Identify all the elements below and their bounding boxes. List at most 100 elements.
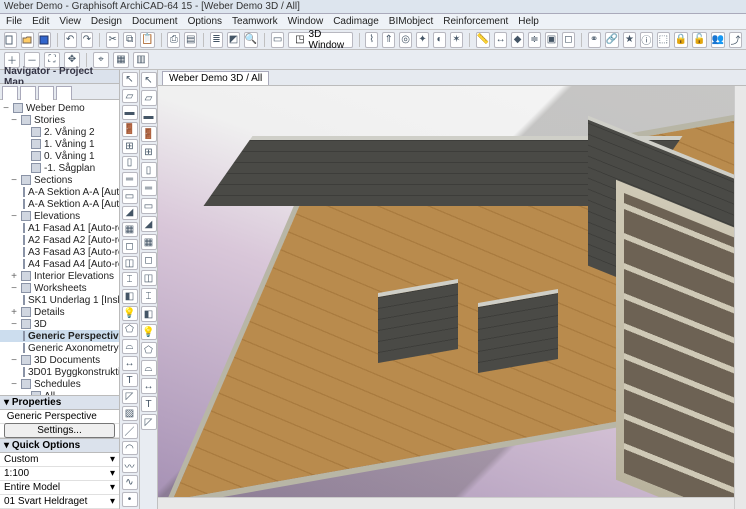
tab-view-map[interactable] (20, 86, 36, 100)
orbit-icon[interactable]: ◎ (399, 32, 412, 48)
menu-options[interactable]: Options (188, 16, 222, 27)
undo-icon[interactable]: ↶ (64, 32, 77, 48)
tree-worksheet[interactable]: SK1 Underlag 1 [Inskanning] (0, 294, 119, 306)
marker-icon[interactable]: ◆ (511, 32, 524, 48)
link-icon[interactable]: ⚭ (588, 32, 601, 48)
layer-icon[interactable]: ≣ (210, 32, 223, 48)
element-info-icon[interactable]: ⓘ (640, 32, 653, 48)
tree-elevation[interactable]: A2 Fasad A2 [Auto-rebuild M] (0, 234, 119, 246)
curtain-icon[interactable]: ◫ (141, 270, 157, 286)
collapse-icon[interactable]: ▾ (4, 440, 9, 451)
explore-icon[interactable]: ✦ (416, 32, 429, 48)
shadow-icon[interactable]: ◐ (433, 32, 446, 48)
menu-window[interactable]: Window (288, 16, 324, 27)
tree-story[interactable]: 0. Våning 1 (0, 150, 119, 162)
menu-help[interactable]: Help (518, 16, 539, 27)
attach-icon[interactable]: 🔗 (605, 32, 619, 48)
tree-elevation[interactable]: A3 Fasad A3 [Auto-rebuild M] (0, 246, 119, 258)
tree-details[interactable]: +Details (0, 306, 119, 318)
elevation-icon[interactable]: ⇑ (382, 32, 395, 48)
shell-icon[interactable]: ⌓ (141, 360, 157, 376)
arc-icon[interactable]: ◠ (122, 441, 138, 456)
scrollbar-vertical[interactable] (734, 86, 746, 509)
object-icon[interactable]: ◧ (122, 289, 138, 304)
tree-worksheets[interactable]: −Worksheets (0, 282, 119, 294)
tree-stories[interactable]: −Stories (0, 114, 119, 126)
trace-icon[interactable]: ◩ (227, 32, 240, 48)
tab-layout-book[interactable] (38, 86, 54, 100)
redo-icon[interactable]: ↷ (81, 32, 94, 48)
render-icon[interactable]: ✶ (450, 32, 463, 48)
tree-3d-doc[interactable]: 3D01 Byggkonstruktion [Auto+M] (0, 366, 119, 378)
menu-reinforcement[interactable]: Reinforcement (443, 16, 508, 27)
morph-icon[interactable]: ⬠ (141, 342, 157, 358)
measure-icon[interactable]: 📏 (476, 32, 490, 48)
column-icon[interactable]: ▯ (122, 156, 138, 171)
hotspot-icon[interactable]: • (122, 492, 138, 507)
text-icon[interactable]: T (141, 396, 157, 412)
cut-icon[interactable]: ✂ (106, 32, 119, 48)
menu-file[interactable]: File (6, 16, 22, 27)
arrow-icon[interactable]: ↖ (122, 72, 138, 87)
tree-elevation[interactable]: A4 Fasad A4 [Auto-rebuild M] (0, 258, 119, 270)
tab-project-map[interactable] (2, 86, 18, 100)
tree-story[interactable]: 1. Våning 1 (0, 138, 119, 150)
text-icon[interactable]: T (122, 373, 138, 388)
beam-icon[interactable]: ═ (141, 180, 157, 196)
spline-icon[interactable]: ∿ (122, 475, 138, 490)
mesh-icon[interactable]: ▦ (141, 234, 157, 250)
tree-root[interactable]: −Weber Demo (0, 102, 119, 114)
door-icon[interactable]: 🚪 (141, 126, 157, 142)
copy-icon[interactable]: ⧉ (123, 32, 136, 48)
tree-generic-axonometry[interactable]: Generic Axonometry (0, 342, 119, 354)
menu-teamwork[interactable]: Teamwork (232, 16, 278, 27)
menu-design[interactable]: Design (91, 16, 122, 27)
menu-view[interactable]: View (59, 16, 81, 27)
tree-elevation[interactable]: A1 Fasad A1 [Auto-rebuild M] (0, 222, 119, 234)
3d-window-button[interactable]: ◳ 3D Window (288, 32, 352, 48)
tree-3d-documents[interactable]: −3D Documents (0, 354, 119, 366)
grid-icon[interactable]: ▦ (113, 52, 129, 68)
stair-icon[interactable]: ⌶ (122, 272, 138, 287)
collapse-icon[interactable]: ▾ (4, 397, 9, 408)
tree-story[interactable]: -1. Sågplan (0, 162, 119, 174)
object-icon[interactable]: ◧ (141, 306, 157, 322)
viewport-tab[interactable]: Weber Demo 3D / All (162, 71, 269, 85)
ifc-icon[interactable]: ⬚ (657, 32, 670, 48)
arrow-icon[interactable]: ↖ (141, 72, 157, 88)
slab-icon[interactable]: ▭ (141, 198, 157, 214)
mesh-icon[interactable]: ▦ (122, 222, 138, 237)
menu-bimobject[interactable]: BIMobject (389, 16, 433, 27)
align-icon[interactable]: ≑ (528, 32, 541, 48)
menu-edit[interactable]: Edit (32, 16, 49, 27)
window-icon[interactable]: ⊞ (122, 139, 138, 154)
line-icon[interactable]: ／ (122, 423, 138, 439)
beam-icon[interactable]: ═ (122, 172, 138, 187)
column-icon[interactable]: ▯ (141, 162, 157, 178)
save-icon[interactable] (38, 32, 51, 48)
wall-icon[interactable]: ▬ (141, 108, 157, 124)
marquee-icon[interactable]: ▱ (122, 89, 138, 104)
group-icon[interactable]: ▣ (545, 32, 558, 48)
dimension-icon[interactable]: ↔ (122, 356, 138, 371)
tree-story[interactable]: 2. Våning 2 (0, 126, 119, 138)
ruler-icon[interactable]: ▥ (133, 52, 149, 68)
tree-section[interactable]: A-A Sektion A-A [Auto-rebuild] (0, 198, 119, 210)
lamp-icon[interactable]: 💡 (122, 306, 138, 321)
paste-icon[interactable]: 📋 (140, 32, 154, 48)
tree-section[interactable]: A-A Sektion A-A [Auto-rebuild] (0, 186, 119, 198)
quick-option-row[interactable]: Entire Model▾ (0, 481, 119, 495)
quick-option-row[interactable]: 1:100▾ (0, 467, 119, 481)
settings-button[interactable]: Settings... (4, 423, 115, 438)
find-icon[interactable]: 🔍 (244, 32, 258, 48)
slab-icon[interactable]: ▭ (122, 189, 138, 204)
curtain-icon[interactable]: ◫ (122, 256, 138, 271)
plot-icon[interactable]: ▤ (184, 32, 197, 48)
shell-icon[interactable]: ⌓ (122, 339, 138, 354)
door-icon[interactable]: 🚪 (122, 122, 138, 137)
reserve-icon[interactable]: 🔒 (674, 32, 688, 48)
dimension-icon[interactable]: ↔ (141, 378, 157, 394)
tree-sections[interactable]: −Sections (0, 174, 119, 186)
roof-icon[interactable]: ◢ (141, 216, 157, 232)
polyline-icon[interactable]: 〰 (122, 457, 138, 473)
